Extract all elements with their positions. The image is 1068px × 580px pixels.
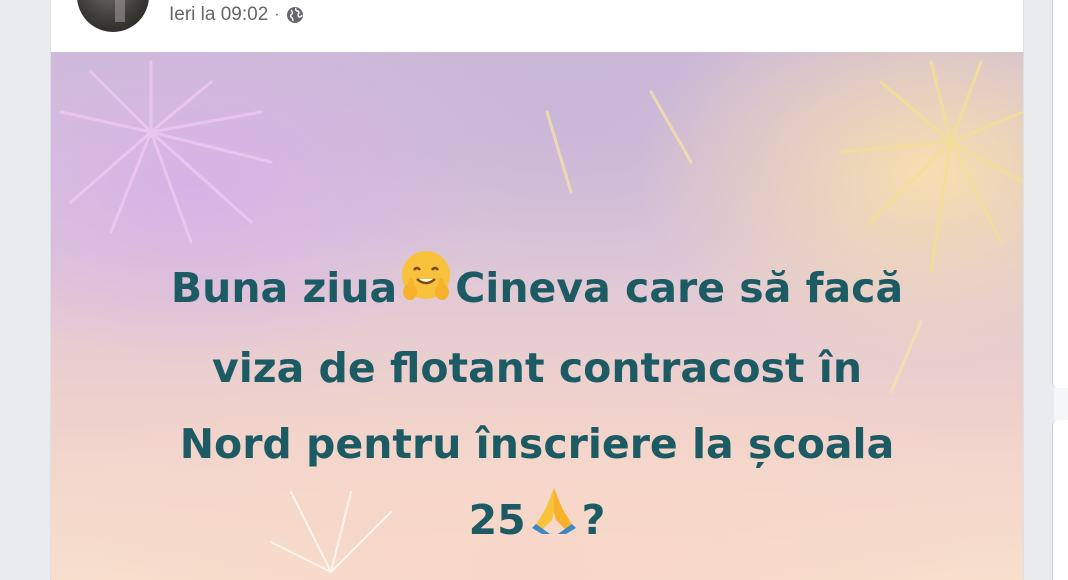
post-meta: Ieri la 09:02 · (169, 2, 304, 28)
post-text-line4-end: ? (581, 496, 606, 544)
post-header: Ieri la 09:02 · (51, 0, 1023, 52)
meta-separator: · (274, 6, 280, 23)
avatar[interactable] (77, 0, 149, 32)
side-card-edge (1052, 420, 1068, 580)
post-text-line1-end: Cineva care să facă (455, 264, 904, 312)
post-text-line4-start: 25 (468, 496, 526, 544)
post-text-line1-start: Buna ziua (170, 264, 398, 312)
post-timestamp[interactable]: Ieri la 09:02 (169, 4, 268, 26)
hugging-face-emoji-icon (397, 248, 455, 330)
folded-hands-emoji-icon (526, 482, 582, 562)
post-background: Buna ziua Cineva care să facă viza de flot… (51, 52, 1023, 580)
post-text-line3: Nord pentru înscriere la școala (179, 420, 895, 468)
post-card: Ieri la 09:02 · Buna ziua Cineva care să… (50, 0, 1024, 580)
side-card-edge (1052, 0, 1068, 388)
post-text: Buna ziua Cineva care să facă viza de flot… (91, 248, 983, 562)
post-text-line2: viza de flotant contracost în (211, 344, 863, 392)
globe-icon[interactable] (286, 6, 304, 24)
